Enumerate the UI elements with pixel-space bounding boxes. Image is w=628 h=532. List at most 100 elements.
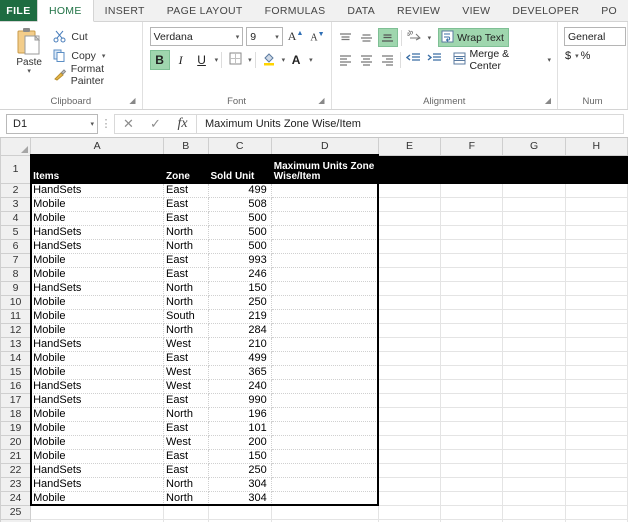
align-bottom-button[interactable] xyxy=(377,28,398,47)
cell-e21[interactable] xyxy=(378,449,442,464)
cell-a15[interactable]: Mobile xyxy=(30,365,165,380)
cell-f21[interactable] xyxy=(440,449,504,464)
row-header-10[interactable]: 10 xyxy=(0,294,32,310)
alignment-dialog-launcher-icon[interactable]: ◢ xyxy=(545,94,551,108)
row-header-5[interactable]: 5 xyxy=(0,224,32,240)
row-header-7[interactable]: 7 xyxy=(0,252,32,268)
cell-a7[interactable]: Mobile xyxy=(30,253,165,268)
cell-d8[interactable] xyxy=(271,267,379,282)
cell-e15[interactable] xyxy=(378,365,442,380)
cell-d25[interactable] xyxy=(271,505,379,520)
cell-a14[interactable]: Mobile xyxy=(30,351,165,366)
cell-b18[interactable]: North xyxy=(163,407,209,422)
cell-a16[interactable]: HandSets xyxy=(30,379,165,394)
copy-dropdown-caret-icon[interactable]: ▾ xyxy=(102,52,106,60)
cell-f25[interactable] xyxy=(440,505,504,520)
cell-a2[interactable]: HandSets xyxy=(30,183,165,198)
cell-b19[interactable]: East xyxy=(163,421,209,436)
currency-caret-icon[interactable]: ▾ xyxy=(575,52,579,60)
cell-h17[interactable] xyxy=(565,393,628,408)
decrease-font-size-button[interactable]: A▼ xyxy=(308,30,326,43)
cell-h1[interactable] xyxy=(565,155,628,184)
cell-c13[interactable]: 210 xyxy=(208,337,272,352)
cell-f12[interactable] xyxy=(440,323,504,338)
font-name-caret-icon[interactable]: ▾ xyxy=(236,33,240,41)
cell-e2[interactable] xyxy=(378,183,442,198)
row-header-11[interactable]: 11 xyxy=(0,308,32,324)
cell-g26[interactable] xyxy=(502,519,566,522)
tab-formulas[interactable]: FORMULAS xyxy=(254,0,337,21)
cell-e1[interactable] xyxy=(378,155,442,184)
cell-g8[interactable] xyxy=(502,267,566,282)
cell-h11[interactable] xyxy=(565,309,628,324)
row-header-22[interactable]: 22 xyxy=(0,462,32,478)
column-header-e[interactable]: E xyxy=(377,138,442,156)
cell-e25[interactable] xyxy=(378,505,442,520)
select-all-corner[interactable] xyxy=(0,138,32,156)
confirm-check-icon[interactable]: ✓ xyxy=(142,116,169,132)
cell-a17[interactable]: HandSets xyxy=(30,393,165,408)
cell-f10[interactable] xyxy=(440,295,504,310)
cell-c8[interactable]: 246 xyxy=(208,267,272,282)
cell-f8[interactable] xyxy=(440,267,504,282)
cell-a9[interactable]: HandSets xyxy=(30,281,165,296)
cell-h4[interactable] xyxy=(565,211,628,226)
cell-c18[interactable]: 196 xyxy=(208,407,272,422)
cell-d17[interactable] xyxy=(271,393,379,408)
cell-d5[interactable] xyxy=(271,225,379,240)
cell-e16[interactable] xyxy=(378,379,442,394)
cell-g18[interactable] xyxy=(502,407,566,422)
column-header-g[interactable]: G xyxy=(502,138,566,156)
cell-c3[interactable]: 508 xyxy=(208,197,272,212)
cell-c20[interactable]: 200 xyxy=(208,435,272,450)
cell-d16[interactable] xyxy=(271,379,379,394)
name-box[interactable]: D1 ▾ xyxy=(6,113,98,134)
number-format-select[interactable]: General xyxy=(564,27,626,46)
cell-f11[interactable] xyxy=(440,309,504,324)
font-color-caret-icon[interactable]: ▾ xyxy=(309,56,313,64)
cell-g4[interactable] xyxy=(502,211,566,226)
cell-a1[interactable]: Items xyxy=(30,155,165,184)
percent-button[interactable]: % xyxy=(581,50,591,62)
cell-g22[interactable] xyxy=(502,463,566,478)
cell-a25[interactable] xyxy=(30,505,165,520)
cell-d22[interactable] xyxy=(271,463,379,478)
font-size-input[interactable]: 9 ▾ xyxy=(246,27,283,46)
cell-a8[interactable]: Mobile xyxy=(30,267,165,282)
cell-a24[interactable]: Mobile xyxy=(30,491,165,506)
cell-b2[interactable]: East xyxy=(163,183,209,198)
cell-f14[interactable] xyxy=(440,351,504,366)
merge-caret-icon[interactable]: ▾ xyxy=(548,56,552,64)
cell-h16[interactable] xyxy=(565,379,628,394)
cell-g20[interactable] xyxy=(502,435,566,450)
cell-c7[interactable]: 993 xyxy=(208,253,272,268)
name-box-caret-icon[interactable]: ▾ xyxy=(90,120,94,128)
cell-d10[interactable] xyxy=(271,295,379,310)
cell-f15[interactable] xyxy=(440,365,504,380)
cell-h3[interactable] xyxy=(565,197,628,212)
cell-d4[interactable] xyxy=(271,211,379,226)
cell-c6[interactable]: 500 xyxy=(208,239,272,254)
cell-e20[interactable] xyxy=(378,435,442,450)
row-header-20[interactable]: 20 xyxy=(0,434,32,450)
cell-d24[interactable] xyxy=(271,491,379,506)
cell-f6[interactable] xyxy=(440,239,504,254)
cell-g21[interactable] xyxy=(502,449,566,464)
clipboard-dialog-launcher-icon[interactable]: ◢ xyxy=(129,94,135,108)
format-painter-button[interactable]: Format Painter xyxy=(52,63,137,87)
row-header-16[interactable]: 16 xyxy=(0,378,32,394)
cell-b17[interactable]: East xyxy=(163,393,209,408)
cell-c2[interactable]: 499 xyxy=(208,183,272,198)
cell-e11[interactable] xyxy=(378,309,442,324)
row-header-21[interactable]: 21 xyxy=(0,448,32,464)
cell-f17[interactable] xyxy=(440,393,504,408)
cell-d14[interactable] xyxy=(271,351,379,366)
cell-c23[interactable]: 304 xyxy=(208,477,272,492)
cell-c5[interactable]: 500 xyxy=(208,225,272,240)
cell-h15[interactable] xyxy=(565,365,628,380)
cell-a12[interactable]: Mobile xyxy=(30,323,165,338)
paste-dropdown-caret-icon[interactable]: ▾ xyxy=(27,68,31,75)
formula-bar-grip[interactable]: ⋮ xyxy=(98,117,114,130)
align-left-button[interactable] xyxy=(336,50,356,69)
paste-button[interactable]: Paste ▾ xyxy=(8,25,50,83)
